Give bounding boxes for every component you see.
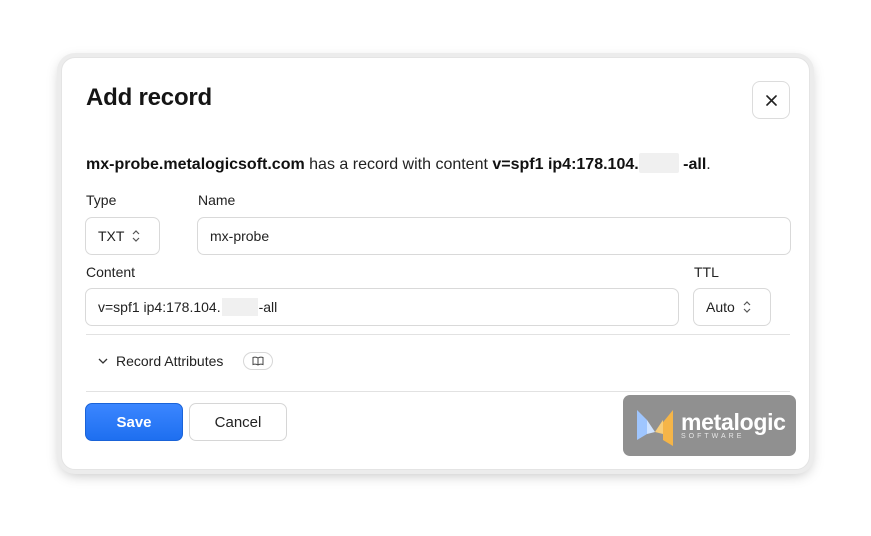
ttl-value: Auto xyxy=(706,299,735,315)
chevron-down-icon xyxy=(98,358,108,364)
dialog-title: Add record xyxy=(86,84,213,111)
metalogic-watermark: metalogic SOFTWARE xyxy=(623,395,796,456)
ttl-label: TTL xyxy=(694,264,719,280)
metalogic-logo-icon xyxy=(637,409,673,446)
content-label: Content xyxy=(86,264,136,280)
chevron-up-down-icon xyxy=(743,301,751,313)
record-attributes-toggle[interactable]: Record Attributes xyxy=(98,352,274,370)
type-value: TXT xyxy=(98,228,125,244)
redaction-block xyxy=(638,153,679,173)
type-label: Type xyxy=(86,192,117,208)
content-input[interactable]: v=spf1 ip4:178.104. -all xyxy=(85,288,679,326)
book-icon xyxy=(252,356,264,366)
name-value: mx-probe xyxy=(210,228,270,244)
close-button[interactable] xyxy=(752,81,790,119)
name-input[interactable]: mx-probe xyxy=(197,217,791,255)
chevron-up-down-icon xyxy=(133,230,140,242)
divider xyxy=(86,334,790,335)
docs-badge[interactable] xyxy=(243,352,274,370)
summary-end: . xyxy=(706,156,711,173)
summary-content-prefix: v=spf1 ip4:178.104. xyxy=(492,156,639,173)
redaction-block xyxy=(221,298,258,316)
summary-text: has a record with content xyxy=(309,156,488,173)
record-summary: mx-probe.metalogicsoft.com has a record … xyxy=(86,153,711,174)
cancel-button[interactable]: Cancel xyxy=(189,403,287,441)
type-select[interactable]: TXT xyxy=(85,217,160,255)
save-button[interactable]: Save xyxy=(85,403,183,441)
watermark-name: metalogic xyxy=(681,408,786,435)
summary-content-suffix: -all xyxy=(683,156,707,173)
close-icon xyxy=(765,94,777,106)
ttl-select[interactable]: Auto xyxy=(693,288,771,326)
content-suffix: -all xyxy=(258,299,278,315)
summary-domain: mx-probe.metalogicsoft.com xyxy=(86,156,305,173)
divider xyxy=(86,391,790,392)
record-attributes-label: Record Attributes xyxy=(116,353,224,369)
content-prefix: v=spf1 ip4:178.104. xyxy=(98,299,221,315)
name-label: Name xyxy=(198,192,236,208)
